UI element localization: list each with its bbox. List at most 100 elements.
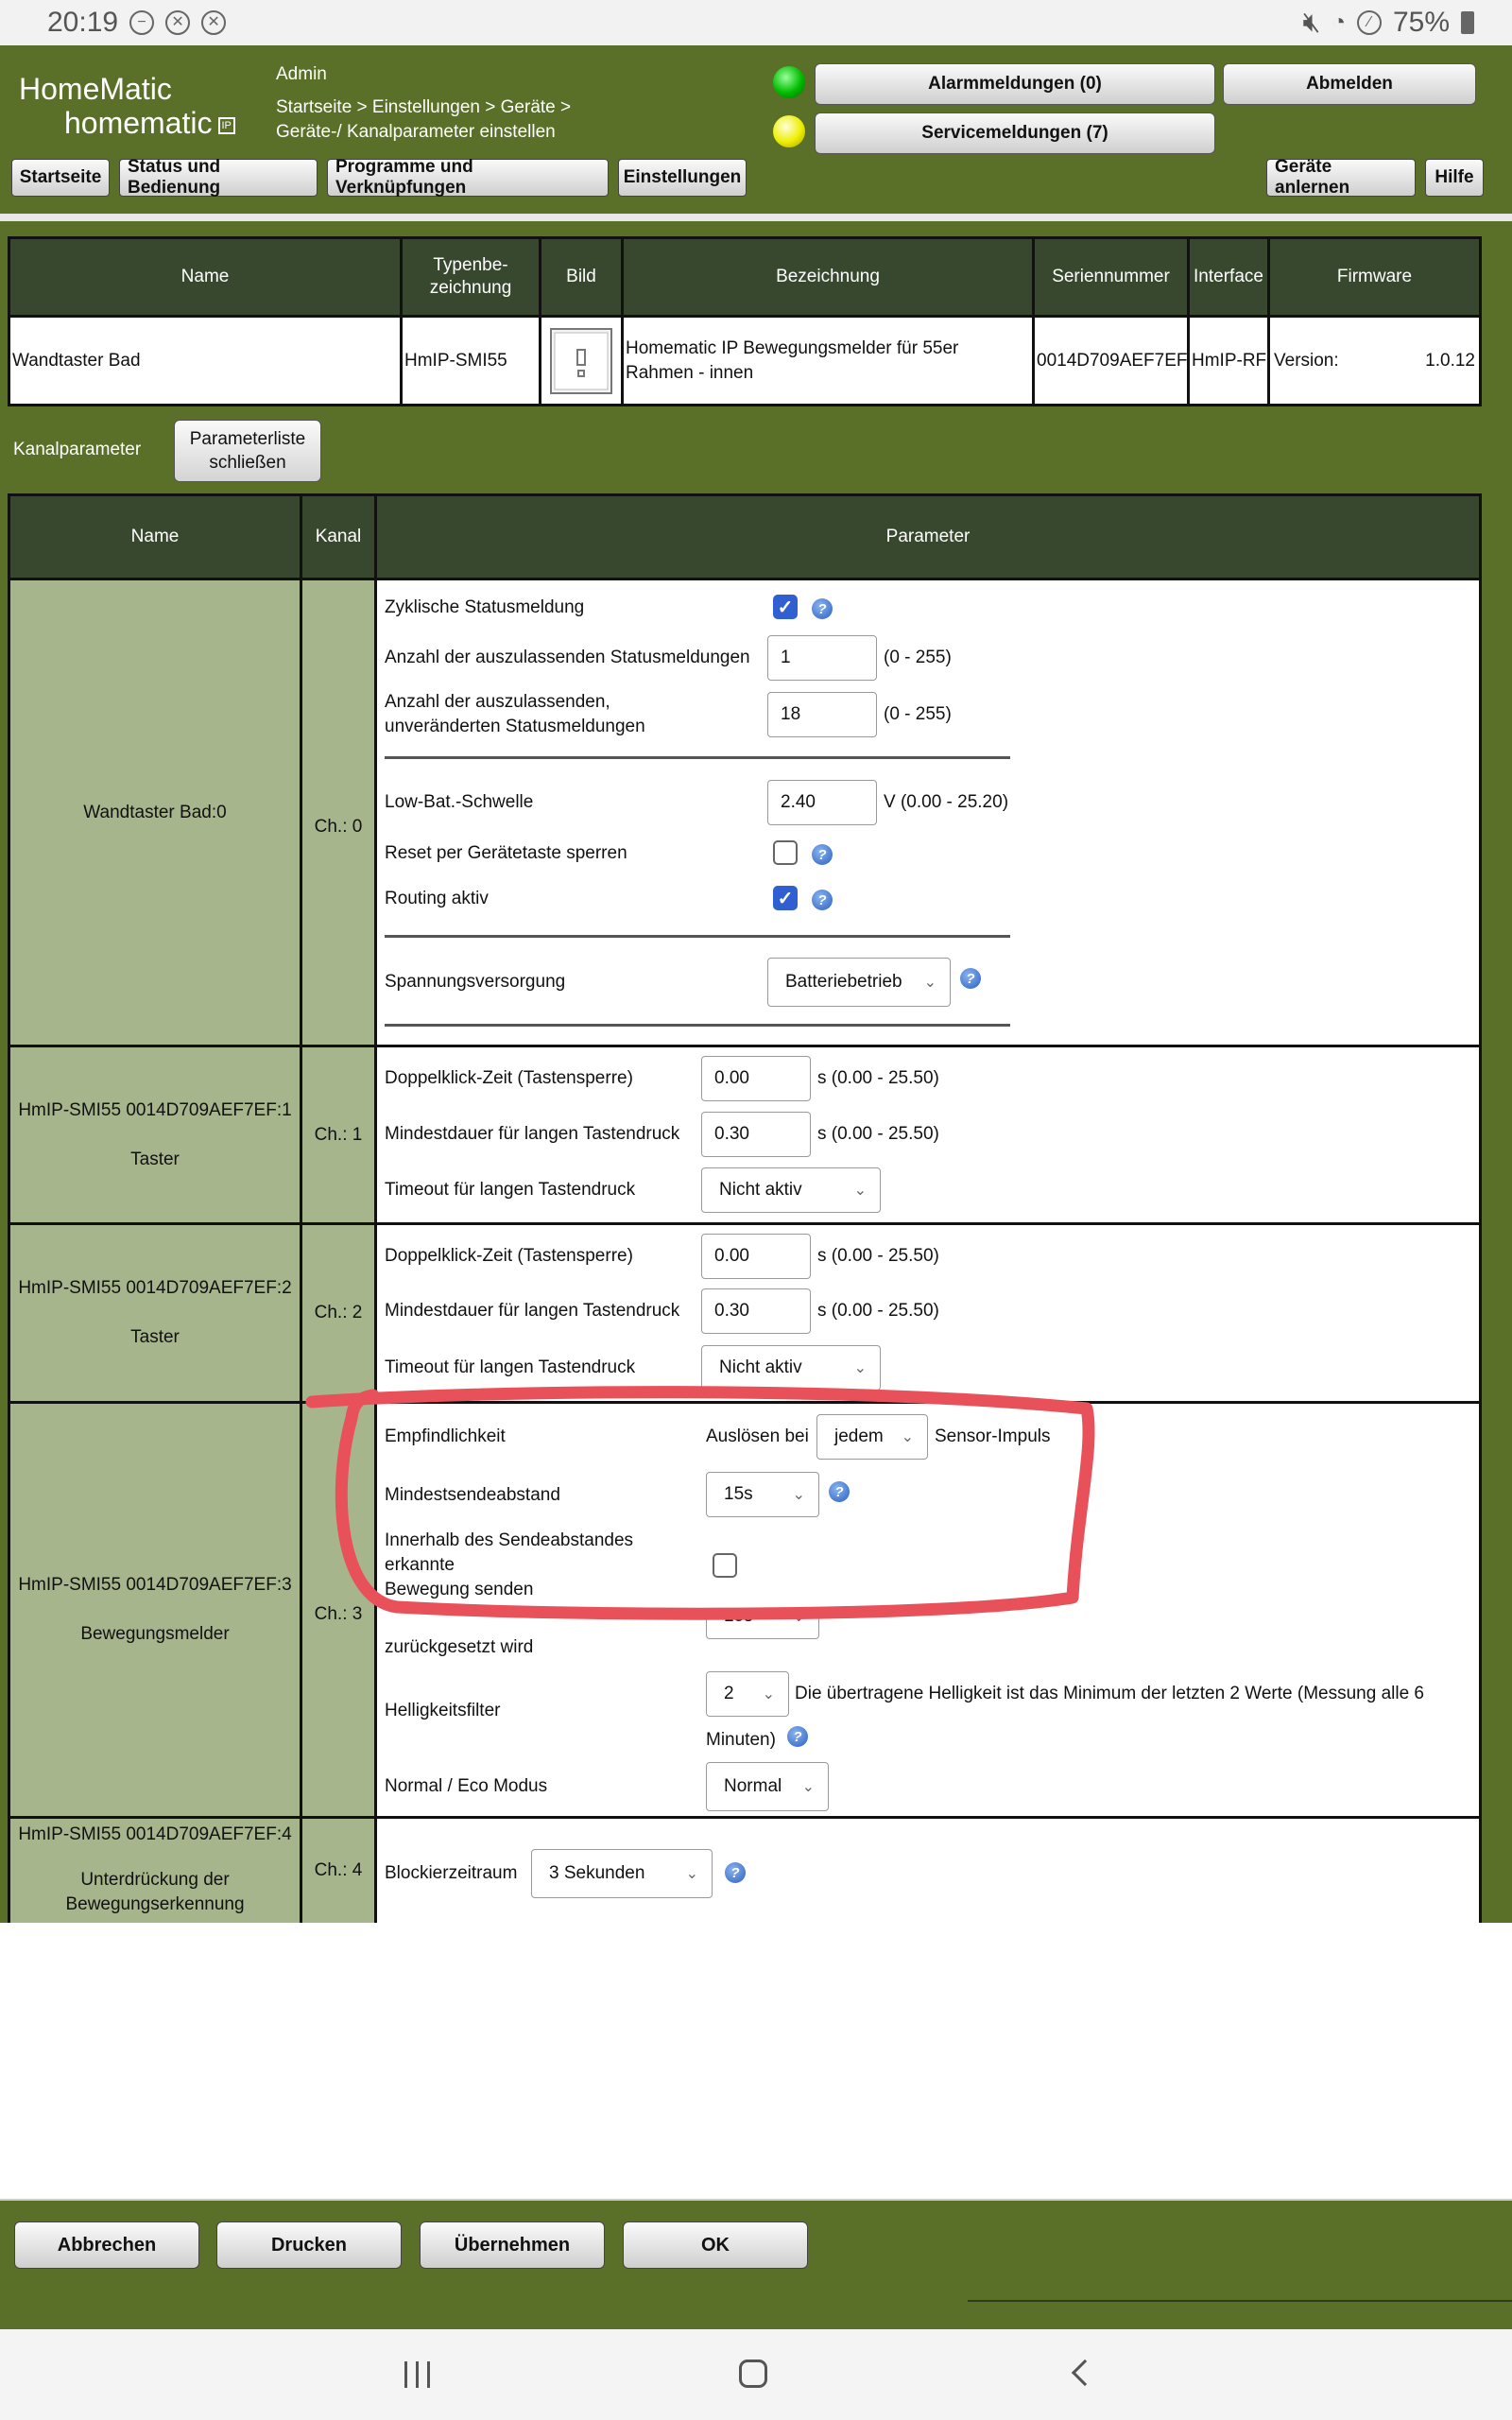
trigger-prefix: Auslösen bei bbox=[706, 1426, 809, 1446]
send-within-interval-checkbox[interactable] bbox=[713, 1553, 737, 1578]
back-icon[interactable] bbox=[1071, 2359, 1099, 2387]
brightness-filter-select[interactable]: 2 ⌄ bbox=[706, 1671, 789, 1717]
ch0-name: Wandtaster Bad:0 bbox=[10, 580, 300, 1045]
th-type: Typenbe-zeichnung bbox=[403, 239, 539, 315]
help-icon[interactable]: ? bbox=[829, 1481, 850, 1502]
help-icon[interactable]: ? bbox=[725, 1862, 746, 1883]
skip-unchanged-label: Anzahl der auszulassenden, unveränderten … bbox=[385, 692, 645, 736]
send-interval-select[interactable]: 15s ⌄ bbox=[706, 1472, 819, 1517]
chevron-down-icon: ⌄ bbox=[801, 1779, 815, 1795]
android-nav-bar bbox=[0, 2329, 1512, 2420]
mute-icon: 🔇︎ bbox=[1302, 7, 1321, 38]
device-image bbox=[541, 318, 621, 404]
chevron-down-icon: ⌄ bbox=[792, 1615, 805, 1625]
reset-lock-checkbox[interactable] bbox=[773, 840, 798, 865]
teach-in-button[interactable]: Geräte anlernen bbox=[1266, 157, 1416, 198]
blocking-period-label: Blockierzeitraum bbox=[385, 1863, 518, 1883]
alarm-led-green bbox=[773, 66, 805, 98]
chevron-down-icon: ⌄ bbox=[762, 1686, 775, 1703]
th-serial: Seriennummer bbox=[1035, 239, 1187, 315]
long-press-input[interactable]: 0.30 bbox=[701, 1112, 811, 1157]
logout-button[interactable]: Abmelden bbox=[1223, 63, 1476, 105]
app-notification-icon: ✕ bbox=[165, 10, 191, 35]
lowbat-range: V (0.00 - 25.20) bbox=[884, 792, 1009, 812]
blocking-period-select[interactable]: 3 Sekunden ⌄ bbox=[531, 1849, 713, 1898]
long-press-label: Mindestdauer für langen Tastendruck bbox=[385, 1301, 680, 1321]
ip-badge: IP bbox=[217, 116, 235, 134]
double-click-range: s (0.00 - 25.50) bbox=[817, 1246, 939, 1266]
device-serial: 0014D709AEF7EF bbox=[1035, 318, 1188, 404]
chevron-down-icon: ⌄ bbox=[923, 975, 936, 991]
cancel-button[interactable]: Abbrechen bbox=[14, 2221, 199, 2269]
footer-line bbox=[968, 2300, 1512, 2302]
help-icon[interactable]: ? bbox=[960, 968, 981, 989]
ch4-channel: Ch.: 4 bbox=[302, 1819, 374, 1923]
status-bar: 20:19 − ✕ ✕ 🔇︎ ◔ ⁄ 75% bbox=[0, 0, 1512, 45]
logo-homematic: homematic IP bbox=[64, 106, 235, 141]
trigger-select[interactable]: jedem ⌄ bbox=[816, 1414, 928, 1460]
th-channel: Kanal bbox=[302, 496, 374, 578]
eco-mode-label: Normal / Eco Modus bbox=[385, 1776, 548, 1796]
device-name: Wandtaster Bad bbox=[10, 318, 400, 404]
th-image: Bild bbox=[541, 239, 621, 315]
skip-status-input[interactable]: 1 bbox=[767, 635, 877, 681]
print-button[interactable]: Drucken bbox=[216, 2221, 402, 2269]
device-firmware: Version: 1.0.12 bbox=[1270, 318, 1479, 404]
double-click-input[interactable]: 0.00 bbox=[701, 1234, 811, 1279]
chevron-down-icon: ⌄ bbox=[901, 1429, 914, 1445]
cyclic-status-label: Zyklische Statusmeldung bbox=[385, 597, 585, 617]
service-messages-button[interactable]: Servicemeldungen (7) bbox=[815, 112, 1215, 154]
service-led-yellow bbox=[773, 115, 805, 147]
device-picture-icon bbox=[550, 327, 612, 394]
divider bbox=[385, 756, 1010, 759]
help-icon[interactable]: ? bbox=[812, 844, 833, 865]
power-supply-select[interactable]: Batteriebetrieb ⌄ bbox=[767, 958, 951, 1007]
trigger-suffix: Sensor-Impuls bbox=[935, 1426, 1051, 1446]
nav-einstellungen[interactable]: Einstellungen bbox=[618, 159, 747, 197]
close-parameter-list-button[interactable]: Parameterliste schließen bbox=[174, 420, 321, 482]
apply-button[interactable]: Übernehmen bbox=[420, 2221, 605, 2269]
ch2-name: HmIP-SMI55 0014D709AEF7EF:2 Taster bbox=[10, 1225, 300, 1401]
brightness-filter-label: Helligkeitsfilter bbox=[385, 1701, 501, 1720]
ch1-channel: Ch.: 1 bbox=[302, 1047, 374, 1222]
divider bbox=[385, 935, 1010, 938]
breadcrumb: Startseite > Einstellungen > Geräte > bbox=[276, 97, 572, 117]
ch2-channel: Ch.: 2 bbox=[302, 1225, 374, 1401]
brightness-filter-description-cont: Minuten) bbox=[706, 1730, 776, 1750]
alarm-messages-button[interactable]: Alarmmeldungen (0) bbox=[815, 63, 1215, 105]
double-click-range: s (0.00 - 25.50) bbox=[817, 1068, 939, 1088]
long-press-timeout-select[interactable]: Nicht aktiv ⌄ bbox=[701, 1167, 881, 1213]
nav-programme[interactable]: Programme und Verknüpfungen bbox=[327, 157, 609, 198]
wifi-icon: ◔ bbox=[1332, 9, 1346, 35]
help-button[interactable]: Hilfe bbox=[1425, 159, 1484, 197]
divider bbox=[385, 1024, 1010, 1027]
long-press-range: s (0.00 - 25.50) bbox=[817, 1124, 939, 1144]
help-icon[interactable]: ? bbox=[812, 598, 833, 619]
skip-unchanged-input[interactable]: 18 bbox=[767, 692, 877, 737]
help-icon[interactable]: ? bbox=[812, 890, 833, 910]
home-icon[interactable] bbox=[739, 2360, 767, 2388]
header: HomeMatic homematic IP Admin Startseite >… bbox=[0, 45, 1512, 214]
help-icon[interactable]: ? bbox=[787, 1726, 808, 1747]
routing-checkbox[interactable]: ✓ bbox=[773, 886, 798, 910]
th-channel-name: Name bbox=[10, 496, 300, 578]
double-click-input[interactable]: 0.00 bbox=[701, 1056, 811, 1101]
motion-reset-select[interactable]: 15s ⌄ bbox=[706, 1615, 819, 1639]
cyclic-status-checkbox[interactable]: ✓ bbox=[773, 595, 798, 619]
nav-status-bedienung[interactable]: Status und Bedienung bbox=[119, 157, 318, 198]
long-press-timeout-label: Timeout für langen Tastendruck bbox=[385, 1180, 636, 1200]
eco-mode-select[interactable]: Normal ⌄ bbox=[706, 1762, 829, 1811]
ok-button[interactable]: OK bbox=[623, 2221, 808, 2269]
ch3-name: HmIP-SMI55 0014D709AEF7EF:3 Bewegungsmeld… bbox=[10, 1404, 300, 1816]
reset-lock-label: Reset per Gerätetaste sperren bbox=[385, 843, 627, 863]
lowbat-input[interactable]: 2.40 bbox=[767, 780, 877, 825]
device-type: HmIP-SMI55 bbox=[403, 318, 539, 404]
recent-apps-icon[interactable] bbox=[404, 2361, 430, 2388]
ch1-name: HmIP-SMI55 0014D709AEF7EF:1 Taster bbox=[10, 1047, 300, 1222]
long-press-input[interactable]: 0.30 bbox=[701, 1288, 811, 1334]
skip-unchanged-range: (0 - 255) bbox=[884, 704, 952, 724]
nav-startseite[interactable]: Startseite bbox=[11, 159, 110, 197]
long-press-timeout-select[interactable]: Nicht aktiv ⌄ bbox=[701, 1345, 881, 1391]
ch0-channel: Ch.: 0 bbox=[302, 580, 374, 1045]
chevron-down-icon: ⌄ bbox=[853, 1360, 867, 1376]
